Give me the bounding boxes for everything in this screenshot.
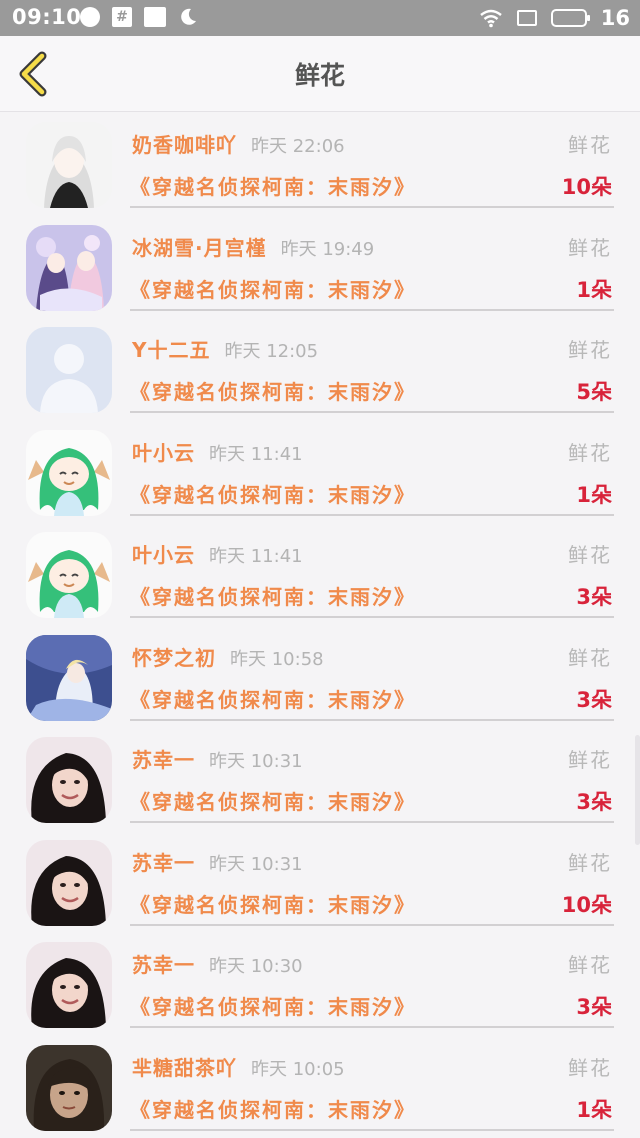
divider: [130, 718, 614, 721]
list-item[interactable]: Y十二五 昨天 12:05 鲜花 《穿越名侦探柯南：末雨汐》 5朵: [0, 318, 640, 421]
avatar[interactable]: [26, 942, 112, 1028]
book-title[interactable]: 《穿越名侦探柯南：末雨汐》: [130, 889, 416, 918]
avatar[interactable]: [26, 532, 112, 618]
gift-type: 鲜花: [568, 133, 612, 157]
gift-type: 鲜花: [568, 235, 612, 260]
status-bar: 09:10 # 16: [0, 0, 640, 36]
notification-icons: #: [80, 7, 198, 27]
list-item[interactable]: 苏幸一 昨天 10:30 鲜花 《穿越名侦探柯南：末雨汐》 3朵: [0, 933, 640, 1036]
moon-icon: [181, 8, 196, 25]
avatar[interactable]: [26, 327, 112, 413]
list-item[interactable]: 叶小云 昨天 11:41 鲜花 《穿越名侦探柯南：末雨汐》 1朵: [0, 421, 640, 524]
gift-count: 3朵: [576, 687, 612, 712]
gift-count: 5朵: [576, 380, 612, 404]
gift-count: 1朵: [576, 277, 612, 302]
battery-icon: [550, 9, 590, 27]
timestamp: 昨天 11:41: [209, 443, 303, 465]
avatar[interactable]: [26, 634, 112, 721]
user-name[interactable]: 苏幸一: [132, 851, 195, 875]
timestamp: 昨天 12:05: [224, 341, 319, 362]
battery-level: 16: [600, 6, 630, 30]
divider: [130, 1128, 614, 1131]
timestamp: 昨天 10:31: [209, 853, 303, 875]
divider: [130, 513, 614, 516]
divider: [130, 616, 614, 618]
user-name[interactable]: 怀梦之初: [132, 646, 216, 670]
gift-count: 3朵: [576, 790, 612, 814]
hash-app-icon: #: [112, 7, 132, 27]
page-title: 鲜花: [294, 61, 345, 90]
gift-type: 鲜花: [568, 543, 612, 567]
list-item[interactable]: 芈糖甜茶吖 昨天 10:05 鲜花 《穿越名侦探柯南：末雨汐》 1朵: [0, 1036, 640, 1138]
list-item[interactable]: 怀梦之初 昨天 10:58 鲜花 《穿越名侦探柯南：末雨汐》 3朵: [0, 626, 640, 729]
chat-bubble-icon: [80, 7, 100, 27]
book-title[interactable]: 《穿越名侦探柯南：末雨汐》: [130, 991, 416, 1020]
status-right: 16: [479, 6, 630, 30]
avatar[interactable]: [26, 839, 112, 926]
news-icon: [144, 7, 166, 27]
gift-type: 鲜花: [568, 338, 612, 362]
avatar[interactable]: [26, 737, 112, 823]
scrollbar[interactable]: [635, 735, 640, 845]
gift-count: 3朵: [576, 585, 612, 609]
book-title[interactable]: 《穿越名侦探柯南：末雨汐》: [130, 684, 416, 713]
gift-count: 3朵: [576, 995, 612, 1019]
user-name[interactable]: 叶小云: [132, 543, 195, 567]
gift-type: 鲜花: [568, 850, 612, 875]
gift-record-list: 奶香咖啡吖 昨天 22:06 鲜花 《穿越名侦探柯南：末雨汐》 10朵 冰湖雪·月…: [0, 113, 640, 1138]
gift-type: 鲜花: [568, 1055, 612, 1080]
user-name[interactable]: 芈糖甜茶吖: [132, 1056, 237, 1080]
avatar[interactable]: [26, 429, 112, 516]
book-title[interactable]: 《穿越名侦探柯南：末雨汐》: [130, 479, 416, 508]
user-name[interactable]: 冰湖雪·月宫槿: [132, 236, 267, 260]
avatar[interactable]: [26, 122, 112, 208]
timestamp: 昨天 19:49: [280, 238, 375, 260]
timestamp: 昨天 10:30: [209, 956, 303, 977]
gift-count: 1朵: [576, 482, 612, 507]
cast-icon: [516, 10, 537, 26]
timestamp: 昨天 10:05: [251, 1058, 345, 1080]
gift-count: 10朵: [561, 892, 612, 917]
book-title[interactable]: 《穿越名侦探柯南：末雨汐》: [130, 171, 416, 200]
avatar[interactable]: [26, 224, 112, 311]
book-title[interactable]: 《穿越名侦探柯南：末雨汐》: [130, 274, 416, 303]
gift-count: 10朵: [561, 175, 612, 199]
list-item[interactable]: 苏幸一 昨天 10:31 鲜花 《穿越名侦探柯南：末雨汐》 10朵: [0, 831, 640, 934]
timestamp: 昨天 10:58: [230, 648, 324, 670]
book-title[interactable]: 《穿越名侦探柯南：末雨汐》: [130, 376, 416, 405]
nav-bar: 鲜花: [0, 36, 640, 112]
gift-type: 鲜花: [568, 748, 612, 772]
user-name[interactable]: Y十二五: [132, 338, 210, 362]
gift-type: 鲜花: [568, 953, 612, 977]
gift-type: 鲜花: [568, 645, 612, 670]
user-name[interactable]: 苏幸一: [132, 748, 195, 772]
timestamp: 昨天 22:06: [251, 136, 345, 157]
book-title[interactable]: 《穿越名侦探柯南：末雨汐》: [130, 786, 416, 815]
divider: [130, 1026, 614, 1028]
wifi-icon: [479, 9, 502, 28]
gift-count: 1朵: [576, 1097, 612, 1122]
book-title[interactable]: 《穿越名侦探柯南：末雨汐》: [130, 1094, 416, 1123]
list-item[interactable]: 叶小云 昨天 11:41 鲜花 《穿越名侦探柯南：末雨汐》 3朵: [0, 523, 640, 626]
user-name[interactable]: 苏幸一: [132, 953, 195, 977]
avatar[interactable]: [26, 1044, 112, 1131]
status-time: 09:10: [12, 5, 82, 29]
timestamp: 昨天 11:41: [209, 546, 303, 567]
divider: [130, 206, 614, 208]
divider: [130, 923, 614, 926]
list-item[interactable]: 苏幸一 昨天 10:31 鲜花 《穿越名侦探柯南：末雨汐》 3朵: [0, 728, 640, 831]
timestamp: 昨天 10:31: [209, 751, 303, 772]
divider: [130, 411, 614, 413]
list-item[interactable]: 冰湖雪·月宫槿 昨天 19:49 鲜花 《穿越名侦探柯南：末雨汐》 1朵: [0, 216, 640, 319]
divider: [130, 308, 614, 311]
gift-type: 鲜花: [568, 440, 612, 465]
divider: [130, 821, 614, 823]
book-title[interactable]: 《穿越名侦探柯南：末雨汐》: [130, 581, 416, 610]
user-name[interactable]: 叶小云: [132, 441, 195, 465]
list-item[interactable]: 奶香咖啡吖 昨天 22:06 鲜花 《穿越名侦探柯南：末雨汐》 10朵: [0, 113, 640, 216]
user-name[interactable]: 奶香咖啡吖: [132, 133, 237, 157]
